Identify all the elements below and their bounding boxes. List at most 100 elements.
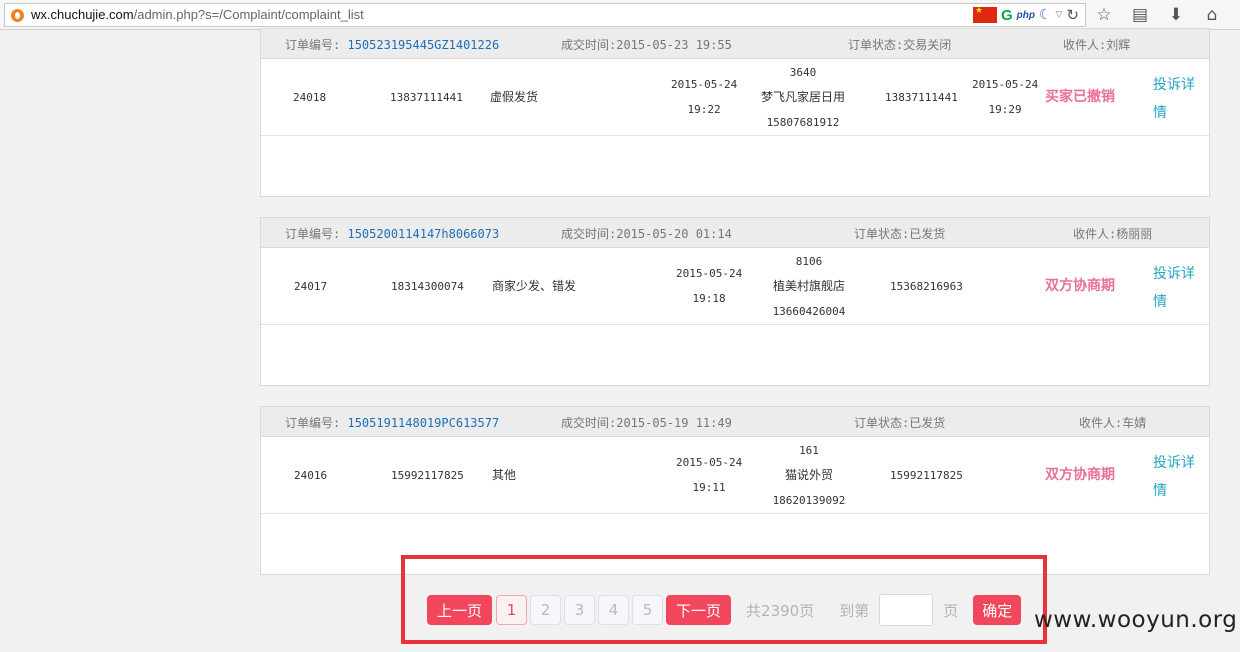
page-button-3[interactable]: 3 [564,595,596,625]
order-status: 交易关闭 [903,38,952,52]
bookmark-star-icon[interactable]: ☆ [1092,4,1116,26]
page-button-2[interactable]: 2 [530,595,562,625]
buyer-phone: 15992117825 [890,469,963,482]
created-time: 2015-05-24 19:22 [671,72,737,122]
address-bar-icons: G php ☾ ▽ ↻ [972,6,1079,24]
card-blank-area [261,136,1209,196]
order-number-field: 订单编号: 150523195445GZ1401226 [285,36,499,53]
receiver-field: 收件人:杨丽丽 [1073,225,1152,242]
pagination: 上一页 1 2 3 4 5 下一页 共2390页 到第 页 确定 [427,594,1022,626]
created-time: 2015-05-24 19:18 [676,261,742,311]
order-status-label: 订单状态: [854,416,910,430]
complaint-id: 24016 [294,469,328,482]
order-number[interactable]: 150523195445GZ1401226 [347,38,499,52]
buyer-phone: 15368216963 [890,280,963,293]
china-flag-icon [972,6,997,23]
deal-time-label: 成交时间: [561,416,617,430]
complaint-result: 买家已撤销 [1045,89,1115,105]
page-button-4[interactable]: 4 [598,595,630,625]
order-card: 订单编号: 150523195445GZ1401226 成交时间:2015-05… [260,28,1210,197]
php-extension-icon[interactable]: php [1017,10,1035,21]
created-date: 2015-05-24 [676,456,743,469]
shop-info: 8106 植美村旗舰店 13660426004 [764,249,854,324]
deal-time-field: 成交时间:2015-05-23 19:55 [561,36,732,53]
order-card: 订单编号: 1505191148019PC613577 成交时间:2015-05… [260,406,1210,575]
handled-clock: 19:29 [988,103,1022,116]
order-status-label: 订单状态: [848,38,904,52]
order-status-field: 订单状态:已发货 [854,414,945,431]
order-number-field: 订单编号: 1505200114147h8066073 [285,225,499,242]
page-button-1[interactable]: 1 [496,595,528,625]
prev-page-button[interactable]: 上一页 [427,595,493,625]
confirm-goto-button[interactable]: 确定 [973,595,1022,625]
buyer-phone: 13837111441 [885,91,958,104]
receiver-label: 收件人: [1079,416,1123,430]
complaint-detail-link[interactable]: 投诉详情 [1153,260,1199,316]
site-favicon-icon [11,9,24,22]
order-number-label: 订单编号: [285,227,341,241]
receiver-field: 收件人:刘辉 [1063,36,1130,53]
order-card-header: 订单编号: 1505191148019PC613577 成交时间:2015-05… [261,407,1209,437]
deal-time-label: 成交时间: [561,227,617,241]
order-number-field: 订单编号: 1505191148019PC613577 [285,414,499,431]
refresh-icon[interactable]: ↻ [1066,6,1079,24]
g-extension-icon[interactable]: G [1001,7,1013,24]
wave-extension-icon[interactable]: ☾ [1039,7,1052,23]
next-page-button[interactable]: 下一页 [666,595,732,625]
card-blank-area [261,325,1209,385]
shop-phone: 13660426004 [772,305,846,318]
complaint-detail-link[interactable]: 投诉详情 [1153,449,1199,505]
handled-time: 2015-05-24 19:29 [972,72,1038,122]
order-status: 已发货 [909,416,946,430]
receiver-name: 杨丽丽 [1116,227,1153,241]
shop-name: 植美村旗舰店 [772,279,845,293]
deal-time-field: 成交时间:2015-05-20 01:14 [561,225,732,242]
order-status-field: 订单状态:交易关闭 [848,36,951,53]
complaint-row: 24017 18314300074 商家少发、错发 2015-05-24 19:… [261,248,1209,325]
address-bar[interactable]: wx.chuchujie.com/admin.php?s=/Complaint/… [4,3,1086,27]
reading-list-icon[interactable]: ▤ [1128,4,1152,26]
goto-page-input[interactable] [879,594,934,626]
complaint-reason: 其他 [492,468,517,482]
url-host: wx.chuchujie.com [31,7,134,22]
complainant-phone: 15992117825 [391,469,464,482]
order-number[interactable]: 1505200114147h8066073 [347,227,499,241]
dropdown-arrow-icon[interactable]: ▽ [1056,10,1063,20]
shop-info: 161 猫说外贸 18620139092 [764,438,854,513]
complaint-row: 24018 13837111441 虚假发货 2015-05-24 19:22 … [261,59,1209,136]
browser-toolbar: ☆ ▤ ⬇ ⌂ [1092,4,1224,26]
order-number[interactable]: 1505191148019PC613577 [347,416,499,430]
created-clock: 19:22 [687,103,721,116]
deal-time: 2015-05-20 01:14 [616,227,732,241]
order-card-header: 订单编号: 1505200114147h8066073 成交时间:2015-05… [261,218,1209,248]
complaint-id: 24017 [294,280,328,293]
page-button-5[interactable]: 5 [632,595,664,625]
receiver-label: 收件人: [1063,38,1107,52]
receiver-name: 刘辉 [1106,38,1131,52]
deal-time-label: 成交时间: [561,38,617,52]
home-icon[interactable]: ⌂ [1200,4,1224,26]
goto-suffix-label: 页 [943,601,959,620]
deal-time: 2015-05-23 19:55 [616,38,732,52]
receiver-name: 车婧 [1122,416,1147,430]
complaint-reason: 虚假发货 [490,90,539,104]
shop-phone: 18620139092 [772,494,846,507]
handled-date: 2015-05-24 [972,78,1039,91]
complaint-row: 24016 15992117825 其他 2015-05-24 19:11 16… [261,437,1209,514]
order-status-field: 订单状态:已发货 [854,225,945,242]
total-pages: 共2390页 [746,601,815,620]
complainant-phone: 13837111441 [390,91,463,104]
complaint-result: 双方协商期 [1045,278,1115,294]
download-icon[interactable]: ⬇ [1164,4,1188,26]
deal-time-field: 成交时间:2015-05-19 11:49 [561,414,732,431]
shop-info: 3640 梦飞凡家居日用 15807681912 [758,60,848,135]
order-card: 订单编号: 1505200114147h8066073 成交时间:2015-05… [260,217,1210,386]
watermark: www.wooyun.org [1034,607,1238,633]
created-time: 2015-05-24 19:11 [676,450,742,500]
receiver-field: 收件人:车婧 [1079,414,1146,431]
receiver-label: 收件人: [1073,227,1117,241]
url-text[interactable]: wx.chuchujie.com/admin.php?s=/Complaint/… [31,7,364,22]
complaint-id: 24018 [293,91,327,104]
shop-name: 梦飞凡家居日用 [760,90,845,104]
complaint-detail-link[interactable]: 投诉详情 [1153,71,1199,127]
